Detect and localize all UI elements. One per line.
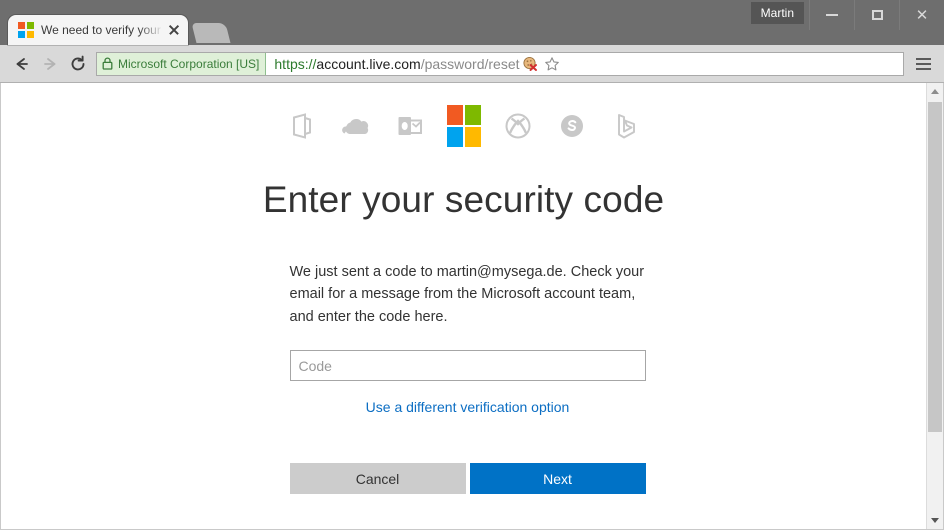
page-content: Enter your security code We just sent a … — [1, 83, 926, 529]
reload-button[interactable] — [64, 50, 92, 78]
close-window-button[interactable]: ✕ — [899, 0, 944, 30]
form-actions: Cancel Next — [289, 463, 646, 495]
maximize-icon — [871, 10, 883, 20]
window-controls: ✕ — [809, 0, 944, 30]
reload-icon — [71, 55, 85, 70]
site-identity-badge[interactable]: Microsoft Corporation [US] — [97, 52, 267, 75]
skype-icon — [555, 109, 589, 143]
microsoft-services-logo-strip — [1, 105, 926, 147]
scroll-up-button[interactable] — [927, 83, 943, 100]
scroll-down-button[interactable] — [927, 512, 943, 529]
cancel-button[interactable]: Cancel — [289, 463, 466, 495]
maximize-button[interactable] — [854, 0, 899, 30]
bookmark-star-icon[interactable] — [542, 54, 562, 74]
url-scheme: https:// — [274, 55, 317, 72]
security-code-input[interactable] — [289, 350, 646, 382]
profile-label: Martin — [760, 6, 794, 20]
office-icon — [285, 109, 319, 143]
tab-title: We need to verify your ide — [41, 23, 166, 37]
omnibox-icons — [520, 54, 566, 74]
scroll-down-arrow-icon — [931, 518, 939, 523]
minimize-icon — [826, 14, 838, 16]
cookie-blocked-icon[interactable] — [520, 54, 540, 74]
lock-icon — [102, 57, 113, 70]
close-icon: ✕ — [915, 6, 929, 24]
microsoft-logo-icon — [18, 22, 34, 38]
profile-button[interactable]: Martin — [750, 2, 804, 24]
new-tab-button[interactable] — [191, 23, 231, 43]
back-arrow-icon — [16, 57, 28, 70]
xbox-icon — [501, 109, 535, 143]
minimize-button[interactable] — [809, 0, 854, 30]
browser-tab[interactable]: We need to verify your ide — [8, 15, 188, 45]
scrollbar-thumb[interactable] — [928, 102, 942, 432]
outlook-icon — [393, 109, 427, 143]
browser-window: We need to verify your ide Martin ✕ — [0, 0, 944, 530]
back-button[interactable] — [8, 50, 36, 78]
browser-toolbar: Microsoft Corporation [US] https://accou… — [0, 45, 944, 83]
url-text[interactable]: https://account.live.com/password/reset — [266, 56, 519, 72]
scroll-up-arrow-icon — [931, 89, 939, 94]
url-host: account.live.com — [316, 55, 421, 72]
close-tab-icon[interactable] — [166, 22, 182, 38]
alternate-verification-link[interactable]: Use a different verification option — [290, 399, 646, 415]
forward-button[interactable] — [36, 50, 64, 78]
address-bar[interactable]: Microsoft Corporation [US] https://accou… — [96, 51, 904, 76]
next-button[interactable]: Next — [469, 463, 646, 495]
instructions-text: We just sent a code to martin@mysega.de.… — [289, 264, 645, 325]
onedrive-icon — [339, 109, 373, 143]
microsoft-squares — [446, 105, 481, 147]
bing-icon — [609, 109, 643, 143]
verification-form: We just sent a code to martin@mysega.de.… — [286, 261, 646, 495]
browser-menu-button[interactable] — [910, 51, 936, 77]
site-identity-label: Microsoft Corporation [US] — [118, 56, 260, 71]
page-viewport: Enter your security code We just sent a … — [0, 83, 944, 530]
url-path: /password/reset — [420, 55, 520, 72]
forward-arrow-icon — [44, 57, 56, 70]
hamburger-menu-icon — [915, 57, 931, 60]
tab-strip: We need to verify your ide Martin ✕ — [0, 0, 944, 45]
vertical-scrollbar[interactable] — [926, 83, 943, 529]
page-title: Enter your security code — [262, 179, 665, 220]
microsoft-icon — [446, 105, 481, 147]
